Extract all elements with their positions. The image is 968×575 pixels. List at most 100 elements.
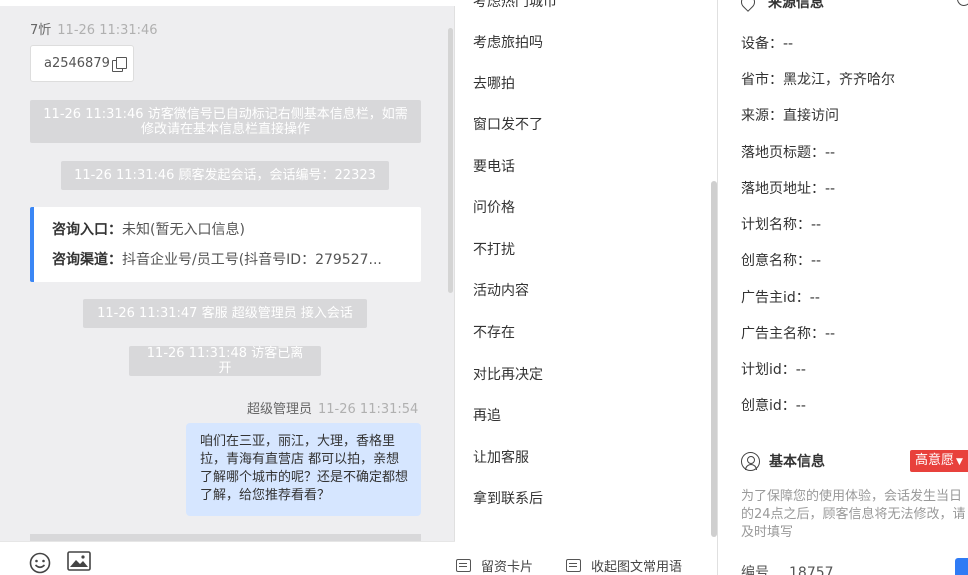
customer-number-label: 编号: [741, 565, 769, 575]
visitor-wechat-message[interactable]: a2546879: [30, 45, 134, 82]
consult-entry-label: 咨询入口：: [52, 222, 122, 238]
visitor-msg-time: 11-26 11:31:46: [57, 23, 158, 38]
action-button[interactable]: [955, 558, 968, 575]
field-label: 计划名称：: [741, 217, 811, 233]
quick-replies-scrollbar[interactable]: [711, 181, 717, 537]
field-label: 落地页标题：: [741, 145, 825, 161]
quick-reply-item[interactable]: 拿到联系后: [473, 488, 543, 508]
field-value: --: [825, 145, 836, 161]
agent-message-bubble: 咱们在三亚，丽江，大理，香格里拉，青海有直营店 都可以拍，亲想了解哪个城市的呢？…: [186, 423, 421, 516]
field-label: 广告主id：: [741, 290, 810, 306]
source-field-region: 省市：黑龙江，齐齐哈尔: [741, 69, 895, 89]
lead-card-label: 留资卡片: [481, 560, 534, 575]
source-info-header: 来源信息: [738, 0, 824, 12]
quick-replies-panel: 考虑热门城市 考虑旅拍吗 去哪拍 窗口发不了 要电话 问价格 不打扰 活动内容 …: [455, 0, 718, 575]
quick-reply-item[interactable]: 活动内容: [473, 280, 529, 300]
system-message-text: 11-26 11:31:46 顾客发起会话，会话编号：22323: [74, 168, 376, 183]
intent-level-dropdown[interactable]: 高意愿 ▼: [910, 450, 968, 472]
quick-reply-item[interactable]: 考虑旅拍吗: [473, 32, 543, 52]
field-label: 创意名称：: [741, 253, 811, 269]
intent-level-label: 高意愿: [915, 453, 955, 468]
collapse-phrases-label: 收起图文常用语: [591, 560, 683, 575]
field-value: --: [825, 326, 836, 342]
caret-down-icon: ▼: [956, 457, 963, 467]
chat-top-strip: [0, 0, 455, 6]
source-field-device: 设备：--: [741, 33, 793, 53]
quick-reply-item[interactable]: 再追: [473, 405, 501, 425]
basic-info-header: 基本信息: [741, 451, 825, 471]
chat-toolbar: [0, 541, 455, 575]
field-value: --: [795, 398, 806, 414]
field-value: --: [783, 36, 794, 52]
agent-message-text: 咱们在三亚，丽江，大理，香格里拉，青海有直营店 都可以拍，亲想了解哪个城市的呢？…: [200, 434, 409, 503]
customer-number-row: 编号 18757: [741, 562, 834, 575]
quick-reply-item[interactable]: 对比再决定: [473, 364, 543, 384]
system-message: 11-26 11:31:46 顾客发起会话，会话编号：22323: [61, 161, 389, 190]
field-value: 黑龙江，齐齐哈尔: [783, 72, 895, 88]
consult-entry-card: 咨询入口：未知(暂无入口信息) 咨询渠道：抖音企业号/员工号(抖音号ID：279…: [30, 207, 421, 282]
field-value: --: [795, 362, 806, 378]
quick-reply-item[interactable]: 考虑热门城市: [473, 0, 557, 11]
visitor-name: 7忻: [30, 23, 52, 38]
consult-channel-row: 咨询渠道：抖音企业号/员工号(抖音号ID：279527...: [52, 249, 421, 279]
consult-channel-value: 抖音企业号/员工号(抖音号ID：279527...: [122, 252, 382, 268]
consult-channel-label: 咨询渠道：: [52, 252, 122, 268]
consult-entry-value: 未知(暂无入口信息): [122, 222, 245, 238]
card-icon: [456, 559, 471, 572]
field-value: --: [809, 290, 820, 306]
edit-deadline-note: 为了保障您的使用体验，会话发生当日的24点之后，顾客信息将无法修改，请及时填写: [741, 489, 966, 540]
field-label: 来源：: [741, 108, 783, 124]
quick-reply-item[interactable]: 问价格: [473, 197, 515, 217]
collapse-phrases-button[interactable]: 收起图文常用语: [566, 556, 682, 575]
quick-reply-item[interactable]: 要电话: [473, 156, 515, 176]
source-field-plan-id: 计划id：--: [741, 359, 806, 379]
image-icon[interactable]: [67, 551, 91, 571]
quick-reply-item[interactable]: 让加客服: [473, 447, 529, 467]
agent-sender-line: 超级管理员 11-26 11:31:54: [247, 398, 418, 417]
field-label: 落地页地址：: [741, 181, 825, 197]
system-message-text: 11-26 11:31:47 客服 超级管理员 接入会话: [97, 306, 353, 321]
document-icon: [566, 559, 581, 572]
agent-msg-time: 11-26 11:31:54: [318, 402, 419, 417]
app-root: 7忻 11-26 11:31:46 a2546879 11-26 11:31:46…: [0, 0, 968, 575]
field-value: --: [825, 181, 836, 197]
system-message: 11-26 11:31:47 客服 超级管理员 接入会话: [83, 299, 367, 328]
system-message-text: 11-26 11:31:48 访客已离开: [146, 346, 304, 376]
system-message: 11-26 11:31:46 访客微信号已自动标记右侧基本信息栏，如需修改请在基…: [30, 100, 421, 143]
source-field-advertiser-name: 广告主名称：--: [741, 323, 835, 343]
quick-reply-item[interactable]: 不存在: [473, 322, 515, 342]
chat-scrollbar[interactable]: [448, 28, 453, 293]
copy-icon[interactable]: [111, 56, 127, 72]
visitor-sender-line: 7忻 11-26 11:31:46: [30, 19, 158, 38]
quick-reply-item[interactable]: 去哪拍: [473, 73, 515, 93]
system-message-text: 11-26 11:31:46 访客微信号已自动标记右侧基本信息栏，如需修改请在基…: [43, 106, 408, 137]
field-value: --: [811, 253, 822, 269]
source-field-landing-url: 落地页地址：--: [741, 178, 835, 198]
source-info-title: 来源信息: [768, 0, 824, 11]
source-field-source: 来源：直接访问: [741, 105, 839, 125]
clock-icon[interactable]: [957, 0, 968, 6]
source-field-creative-id: 创意id：--: [741, 395, 806, 415]
emoji-icon[interactable]: [29, 552, 51, 574]
field-value: --: [811, 217, 822, 233]
consult-entry-row: 咨询入口：未知(暂无入口信息): [52, 219, 421, 249]
quick-reply-item[interactable]: 窗口发不了: [473, 114, 543, 134]
visitor-wechat-text: a2546879: [44, 56, 110, 71]
field-label: 省市：: [741, 72, 783, 88]
basic-info-title: 基本信息: [769, 454, 825, 470]
field-label: 创意id：: [741, 398, 796, 414]
user-icon: [741, 451, 760, 471]
field-label: 设备：: [741, 36, 783, 52]
lead-card-button[interactable]: 留资卡片: [456, 556, 533, 575]
system-message: 11-26 11:31:48 访客已离开: [129, 346, 321, 376]
source-field-landing-title: 落地页标题：--: [741, 142, 835, 162]
field-value: 直接访问: [783, 108, 839, 124]
field-label: 广告主名称：: [741, 326, 825, 342]
source-field-plan-name: 计划名称：--: [741, 214, 821, 234]
field-label: 计划id：: [741, 362, 796, 378]
chat-panel: 7忻 11-26 11:31:46 a2546879 11-26 11:31:46…: [0, 0, 455, 575]
customer-number-value: 18757: [789, 565, 834, 575]
source-field-advertiser-id: 广告主id：--: [741, 287, 820, 307]
source-field-creative-name: 创意名称：--: [741, 250, 821, 270]
quick-reply-item[interactable]: 不打扰: [473, 239, 515, 259]
